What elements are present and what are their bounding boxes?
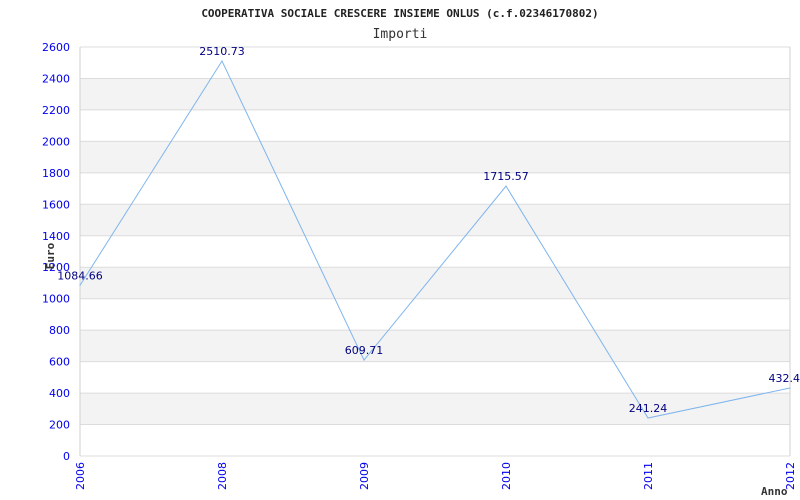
line-chart: COOPERATIVA SOCIALE CRESCERE INSIEME ONL…: [42, 7, 800, 498]
data-label: 432.4: [769, 372, 800, 385]
y-tick-label: 0: [63, 450, 70, 463]
band: [80, 141, 790, 173]
data-label: 241.24: [629, 402, 668, 415]
y-axis-label: Euro: [44, 242, 57, 269]
plot-background: [80, 47, 790, 456]
data-point: [505, 185, 507, 187]
band: [80, 267, 790, 299]
y-tick-label: 200: [49, 419, 70, 432]
data-point: [363, 359, 365, 361]
y-tick-label: 2000: [42, 135, 70, 148]
y-tick-label: 1400: [42, 230, 70, 243]
y-tick-label: 2200: [42, 104, 70, 117]
data-label: 1084.66: [57, 269, 103, 282]
data-label: 609.71: [345, 344, 384, 357]
chart-title: COOPERATIVA SOCIALE CRESCERE INSIEME ONL…: [201, 7, 598, 20]
y-tick-label: 600: [49, 356, 70, 369]
x-axis-label: Anno: [761, 485, 788, 498]
band: [80, 330, 790, 362]
data-point: [221, 60, 223, 62]
x-axis-ticks: 2006 2008 2009 2010 2011 2012: [74, 462, 797, 490]
x-tick-label: 2008: [216, 462, 229, 490]
x-tick-label: 2006: [74, 462, 87, 490]
x-tick-label: 2010: [500, 462, 513, 490]
band: [80, 204, 790, 236]
y-tick-label: 2400: [42, 72, 70, 85]
chart-subtitle: Importi: [373, 27, 428, 42]
data-label: 1715.57: [483, 170, 529, 183]
band: [80, 78, 790, 110]
y-tick-label: 1000: [42, 293, 70, 306]
band: [80, 393, 790, 425]
y-tick-label: 1600: [42, 198, 70, 211]
y-tick-label: 800: [49, 324, 70, 337]
data-point: [79, 284, 81, 286]
x-tick-label: 2011: [642, 462, 655, 490]
data-point: [789, 387, 791, 389]
y-tick-label: 400: [49, 387, 70, 400]
data-point: [647, 417, 649, 419]
y-tick-label: 1800: [42, 167, 70, 180]
x-tick-label: 2009: [358, 462, 371, 490]
data-label: 2510.73: [199, 45, 245, 58]
y-tick-label: 2600: [42, 41, 70, 54]
